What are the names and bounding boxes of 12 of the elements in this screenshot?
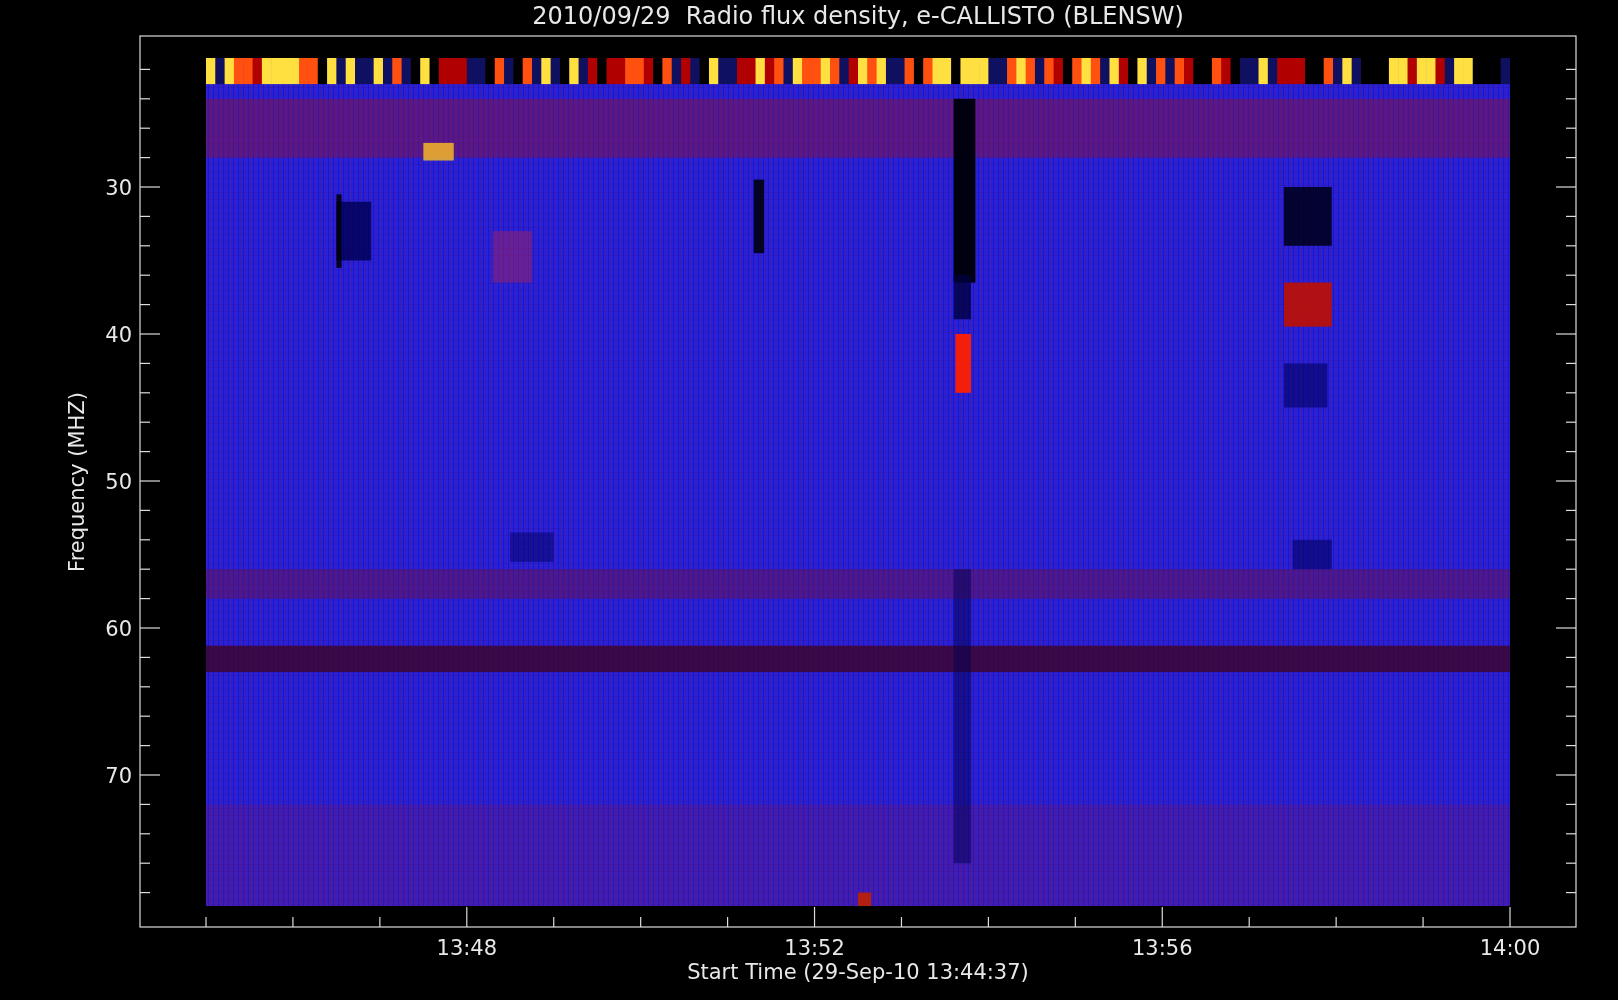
y-tick-label: 50 <box>105 470 132 494</box>
y-tick-label: 40 <box>105 323 132 347</box>
x-tick-label: 14:00 <box>1479 936 1541 960</box>
x-tick-label: 13:52 <box>784 936 845 960</box>
y-tick-label: 30 <box>105 176 132 200</box>
y-tick-label: 60 <box>105 617 132 641</box>
y-tick-label: 70 <box>105 764 132 788</box>
x-tick-label: 13:56 <box>1132 936 1193 960</box>
x-axis-label: Start Time (29-Sep-10 13:44:37) <box>687 960 1029 984</box>
y-axis-label: Frequency (MHZ) <box>65 392 89 572</box>
x-tick-label: 13:48 <box>436 936 498 960</box>
chart-title: 2010/09/29 Radio flux density, e-CALLISTO (BLENSW) <box>532 2 1184 30</box>
